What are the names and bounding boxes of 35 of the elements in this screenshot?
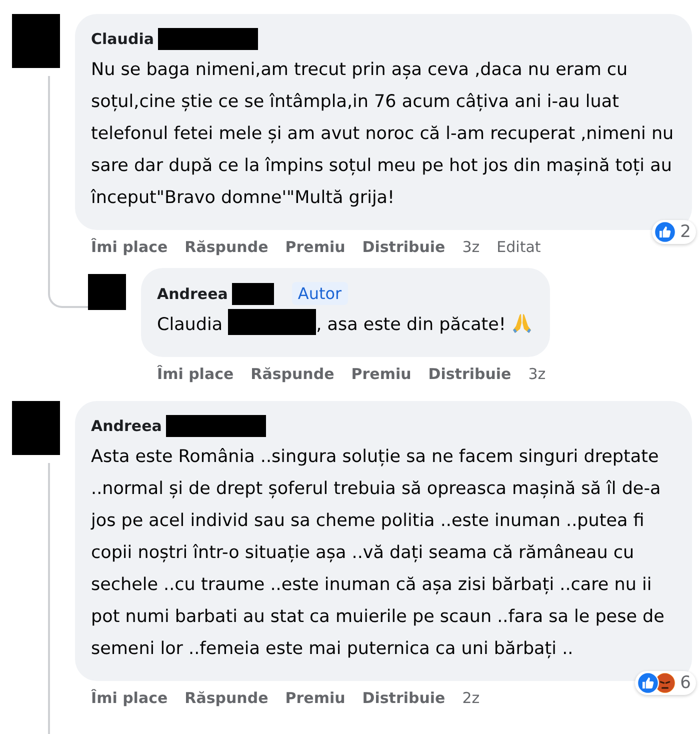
comment-action-link[interactable]: Îmi place bbox=[91, 238, 168, 256]
author-name[interactable]: Andreea bbox=[157, 284, 228, 302]
comment-time[interactable]: 2z bbox=[462, 689, 480, 707]
comment-time[interactable]: 3z bbox=[462, 238, 480, 256]
comment-action-link[interactable]: Premiu bbox=[285, 238, 346, 256]
author-name[interactable]: Andreea bbox=[91, 417, 162, 435]
comment-time[interactable]: 3z bbox=[528, 365, 546, 383]
comment-action-link[interactable]: Răspunde bbox=[184, 238, 268, 256]
reaction-summary[interactable]: 6 bbox=[635, 671, 696, 695]
comment-action-link[interactable]: Distribuie bbox=[362, 689, 446, 707]
redacted-avatar[interactable] bbox=[12, 401, 60, 455]
author-badge: Autor bbox=[292, 282, 348, 305]
praying-hands-icon bbox=[512, 312, 532, 334]
like-reaction-icon bbox=[654, 221, 676, 243]
redacted-avatar[interactable] bbox=[12, 14, 60, 68]
redaction-bar bbox=[232, 282, 274, 304]
author-name[interactable]: Claudia bbox=[91, 30, 154, 48]
comment-action-link[interactable]: Îmi place bbox=[157, 365, 234, 383]
comment-action-link[interactable]: Îmi place bbox=[91, 689, 168, 707]
reaction-count: 6 bbox=[680, 673, 691, 693]
comment-action-link[interactable]: Răspunde bbox=[250, 365, 334, 383]
comment-action-link[interactable]: Premiu bbox=[285, 689, 346, 707]
comment-action-link[interactable]: Premiu bbox=[351, 365, 412, 383]
like-reaction-icon bbox=[637, 672, 660, 694]
redacted-avatar[interactable] bbox=[88, 274, 126, 310]
reply-text: Claudia , asa este din păcate! bbox=[157, 309, 532, 341]
reaction-summary[interactable]: 2 bbox=[652, 220, 696, 244]
comment-action-link[interactable]: Distribuie bbox=[362, 238, 446, 256]
comment-action-link[interactable]: Răspunde bbox=[184, 689, 268, 707]
reaction-count: 2 bbox=[680, 222, 691, 242]
comment-action-link[interactable]: Distribuie bbox=[428, 365, 512, 383]
comment-text: Asta este România ..singura soluție sa ne facem singuri dreptate ..normal și de drept șoferul trebuia să opreasca mașină să îl de-a jos pe acel individ sau sa cheme politia ..este inuman ..putea fi copii noștri într-o situație așa ..vă dați seama că rămâneau cu sechele ..cu traume ..este inuman că așa zisi bărbați ..care nu ii pot numi barbati au stat ca muierile pe scaun ..fara sa le pese de semeni lor ..femeia este mai puternica ca uni bărbați .. bbox=[91, 446, 666, 661]
comment-text: Nu se baga nimeni,am trecut prin așa ceva ,daca nu eram cu soțul,cine știe ce se întâmpla,in 76 acum câțiva ani i-au luat telefonul fetei mele și am avut noroc că l-am recuperat ,nimeni nu sare dar după ce la împins soțul meu pe hot jos din mașină toți au început"Bravo domne'"Multă grija! bbox=[91, 59, 674, 210]
angry-reaction-icon bbox=[654, 672, 676, 694]
edited-label: Editat bbox=[496, 238, 541, 256]
